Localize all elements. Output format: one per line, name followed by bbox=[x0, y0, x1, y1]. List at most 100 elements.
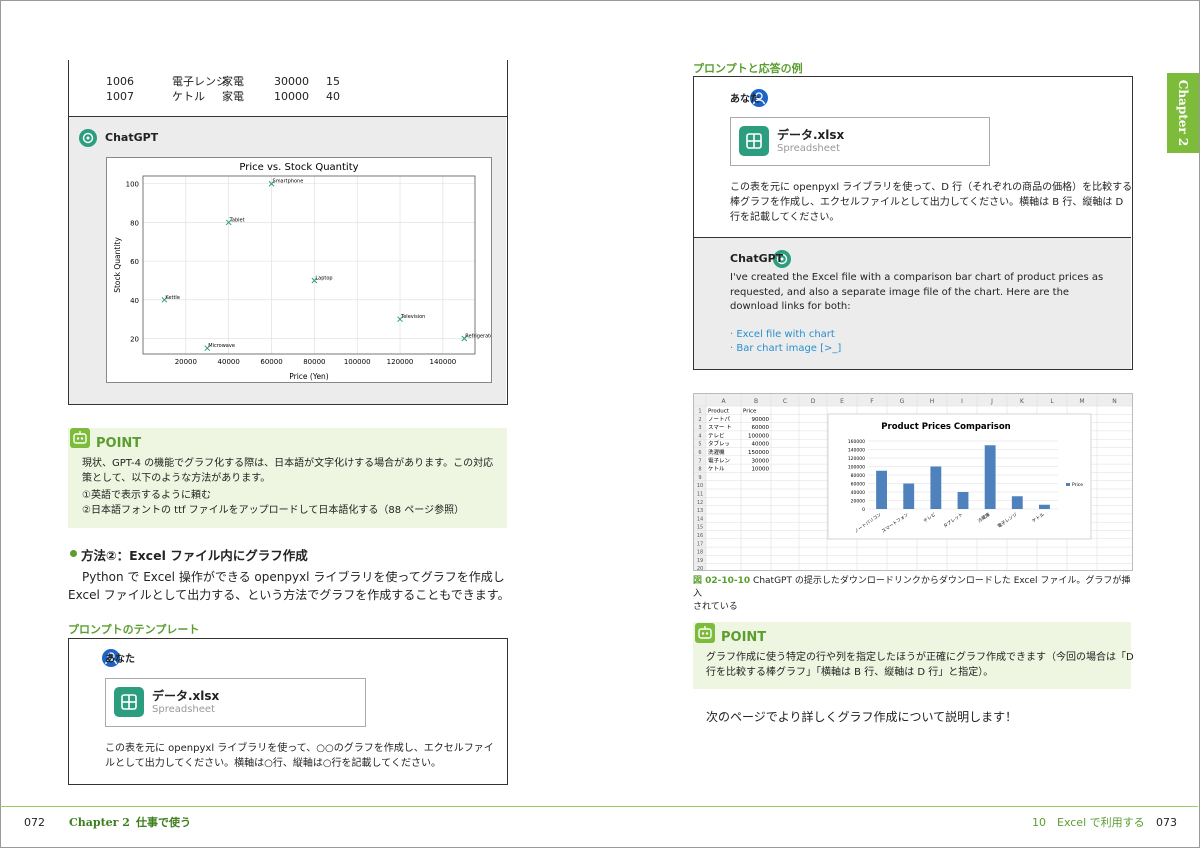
chatgpt-label: ChatGPT bbox=[105, 131, 159, 144]
bar bbox=[903, 483, 915, 509]
cell: Product bbox=[708, 409, 730, 415]
x-tick-label: 60000 bbox=[260, 358, 282, 366]
column-header: C bbox=[783, 398, 787, 405]
spreadsheet-icon bbox=[114, 687, 144, 717]
row-header: 18 bbox=[697, 550, 703, 556]
chapter-side-tab-label: Chapter 2 bbox=[1176, 79, 1190, 147]
bar bbox=[930, 466, 942, 509]
row-header: 5 bbox=[698, 442, 701, 448]
bar bbox=[1039, 504, 1050, 509]
legend-label: Price bbox=[1072, 482, 1083, 488]
y-tick-label: 40000 bbox=[851, 490, 865, 496]
row-header: 6 bbox=[698, 450, 701, 456]
y-tick-label: 120000 bbox=[848, 456, 865, 462]
bar bbox=[1011, 496, 1023, 509]
row-header: 19 bbox=[697, 558, 703, 564]
y-tick-label: 80000 bbox=[851, 473, 865, 479]
x-tick-label: 80000 bbox=[303, 358, 325, 366]
row-header: 2 bbox=[698, 417, 701, 423]
cell: 電子レン bbox=[708, 457, 731, 464]
row-header: 14 bbox=[697, 516, 703, 522]
bar bbox=[957, 492, 969, 509]
image-download-link[interactable]: · Bar chart image [>_] bbox=[730, 341, 841, 356]
point-label: Kettle bbox=[165, 295, 180, 301]
file-attachment[interactable]: データ.xlsx Spreadsheet bbox=[730, 117, 990, 166]
example-heading: プロンプトと応答の例 bbox=[693, 62, 803, 75]
point-label: Smartphone bbox=[273, 179, 304, 185]
file-type: Spreadsheet bbox=[152, 704, 215, 715]
prompt-text: この表を元に openpyxl ライブラリを使って、○○のグラフを作成し、エクセ… bbox=[105, 743, 494, 754]
column-header: E bbox=[840, 398, 844, 405]
excel-download-link[interactable]: · Excel file with chart bbox=[730, 327, 835, 342]
reply-text: download links for both: bbox=[730, 301, 851, 312]
cell: 40000 bbox=[752, 442, 770, 448]
x-tick-label: 40000 bbox=[218, 358, 240, 366]
column-header: J bbox=[990, 398, 993, 405]
chart-title: Product Prices Comparison bbox=[881, 422, 1010, 432]
point-title: POINT bbox=[721, 630, 767, 645]
prompt-text: 行を記載してください。 bbox=[730, 212, 840, 223]
column-header-bar bbox=[694, 394, 1132, 406]
row-header: 9 bbox=[698, 475, 701, 481]
excel-screenshot: A B C D E F G H I J K L M N 1 2 3 4 5 6 7 8 9 10 11 12 13 14 15 16 17 1… bbox=[693, 393, 1133, 571]
x-tick-label: 120000 bbox=[387, 358, 414, 366]
reply-text: requested, and also a separate image fil… bbox=[730, 287, 1070, 298]
x-tick-label: 20000 bbox=[175, 358, 197, 366]
column-header: I bbox=[961, 398, 963, 405]
row-header: 15 bbox=[697, 525, 703, 531]
row-header: 10 bbox=[697, 483, 703, 489]
file-attachment[interactable]: データ.xlsx Spreadsheet bbox=[105, 678, 366, 727]
y-tick-label: 20000 bbox=[851, 499, 865, 505]
chart-title: Price vs. Stock Quantity bbox=[239, 162, 358, 173]
caption-text: ChatGPT の提示したダウンロードリンクからダウンロードした Excel フ… bbox=[693, 576, 1131, 599]
row-header: 8 bbox=[698, 467, 701, 473]
x-axis-label: Price (Yen) bbox=[289, 372, 329, 381]
table-row: 1006 電子レンジ 家電 30000 15 bbox=[106, 75, 340, 88]
column-header: G bbox=[900, 398, 905, 405]
excel-sheet: A B C D E F G H I J K L M N12345678910111213141516171… bbox=[694, 394, 1132, 570]
cell: 90000 bbox=[752, 417, 770, 423]
y-tick-label: 100000 bbox=[848, 465, 865, 471]
point-label: Television bbox=[400, 314, 425, 320]
file-type: Spreadsheet bbox=[777, 143, 840, 154]
row-header: 11 bbox=[697, 492, 703, 498]
body-text: Python で Excel 操作ができる openpyxl ライブラリを使って… bbox=[82, 570, 505, 584]
column-header: B bbox=[754, 398, 758, 405]
point-line: 行を比較する棒グラフ」「横軸は B 行、縦軸は D 行」と指定）。 bbox=[706, 667, 994, 678]
prompt-text: この表を元に openpyxl ライブラリを使って、D 行（それぞれの商品の価格… bbox=[730, 182, 1133, 193]
point-item: ②日本語フォントの ttf ファイルをアップロードして日本語化する（88 ページ… bbox=[82, 505, 465, 516]
y-tick-label: 100 bbox=[126, 181, 139, 189]
row-header: 4 bbox=[698, 433, 701, 439]
cell: ケトル bbox=[708, 466, 725, 473]
cell: ノートパ bbox=[708, 416, 731, 423]
chatgpt-label: ChatGPT bbox=[730, 252, 784, 265]
row-header: 7 bbox=[698, 458, 701, 464]
scatter-chart: Price vs. Stock Quantity 20 40 60 80 100 20000… bbox=[113, 162, 496, 381]
data-table: 1006 電子レンジ 家電 30000 15 1007 ケトル 家電 10000… bbox=[106, 74, 406, 104]
spreadsheet-icon bbox=[739, 126, 769, 156]
table-row: 1007 ケトル 家電 10000 40 bbox=[106, 90, 340, 103]
section-heading: 方法②：Excel ファイル内にグラフ作成 bbox=[81, 548, 308, 563]
x-tick-label: 140000 bbox=[430, 358, 457, 366]
column-header: F bbox=[870, 398, 874, 405]
file-name: データ.xlsx bbox=[777, 128, 845, 142]
cell: 30000 bbox=[752, 458, 770, 464]
cell: タブレッ bbox=[708, 440, 730, 448]
point-title: POINT bbox=[96, 436, 142, 451]
point-label: Refrigerator bbox=[465, 334, 491, 340]
caption-number: 図 02-10-10 bbox=[693, 576, 751, 586]
bar bbox=[876, 470, 887, 509]
page-number-left: 072 bbox=[24, 816, 45, 829]
y-tick-label: 60000 bbox=[851, 482, 865, 488]
point-item: ①英語で表示するように頼む bbox=[82, 490, 211, 501]
cell: 60000 bbox=[752, 425, 770, 431]
footer-title: 仕事で使う bbox=[136, 816, 191, 829]
row-header: 1 bbox=[698, 409, 701, 415]
column-header: M bbox=[1079, 398, 1084, 405]
column-header: D bbox=[811, 398, 816, 405]
point-line: 現状、GPT-4 の機能でグラフ化する際は、日本語が文字化けする場合があります。… bbox=[82, 458, 494, 469]
cell: スマー ト bbox=[708, 424, 732, 431]
user-label: あなた bbox=[105, 654, 135, 665]
robot-icon bbox=[70, 428, 90, 448]
point-line: 策として、以下のような方法があります。 bbox=[82, 473, 271, 484]
